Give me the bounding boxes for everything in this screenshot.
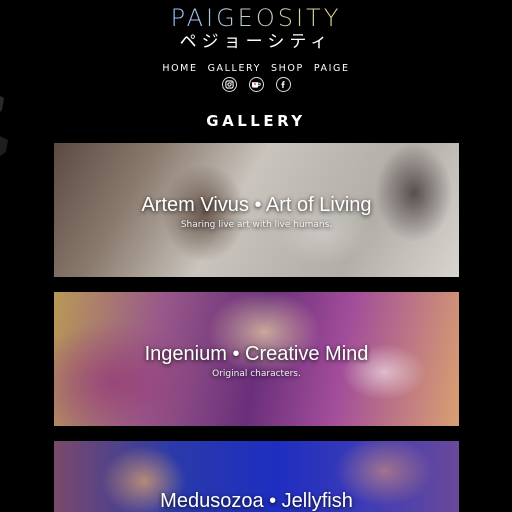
logo-subtext: ペジョーシティ [179,32,333,52]
page-title: GALLERY [206,112,306,130]
ko-fi-link[interactable] [248,77,264,92]
nav-shop[interactable]: SHOP [271,63,304,74]
gallery-card-ingenium[interactable]: Ingenium • Creative Mind Original charac… [54,292,459,426]
gallery-card-title: Artem Vivus • Art of Living [141,194,372,216]
main-nav: HOME GALLERY SHOP PAIGE [0,63,512,74]
facebook-icon [280,81,285,89]
nav-gallery[interactable]: GALLERY [208,63,261,74]
page: PAIGEOSITY ペジョーシティ HOME GALLERY SHOP PAI… [0,0,512,512]
logo-text: PAIGEOSITY [0,4,512,32]
gallery-card-caption: Medusozoa • Jellyfish [54,489,459,512]
nav-home[interactable]: HOME [162,63,197,74]
social-links [0,77,512,92]
gallery-card-caption: Artem Vivus • Art of Living Sharing live… [54,193,459,232]
instagram-link[interactable] [221,77,237,92]
gallery-card-subtitle: Original characters. [212,369,301,379]
instagram-icon [224,80,234,89]
site-logo[interactable]: PAIGEOSITY ペジョーシティ [0,4,512,52]
gallery-card-caption: Ingenium • Creative Mind Original charac… [54,342,459,381]
ko-fi-icon [251,82,261,88]
gallery-card-title: Ingenium • Creative Mind [144,343,369,365]
gallery-card-medusozoa[interactable]: Medusozoa • Jellyfish [54,441,459,512]
facebook-link[interactable] [275,77,291,92]
gallery-card-subtitle: Sharing live art with live humans. [180,220,333,230]
gallery-card-title: Medusozoa • Jellyfish [160,490,353,512]
nav-paige[interactable]: PAIGE [314,63,350,74]
gallery-card-artem-vivus[interactable]: Artem Vivus • Art of Living Sharing live… [54,143,459,277]
